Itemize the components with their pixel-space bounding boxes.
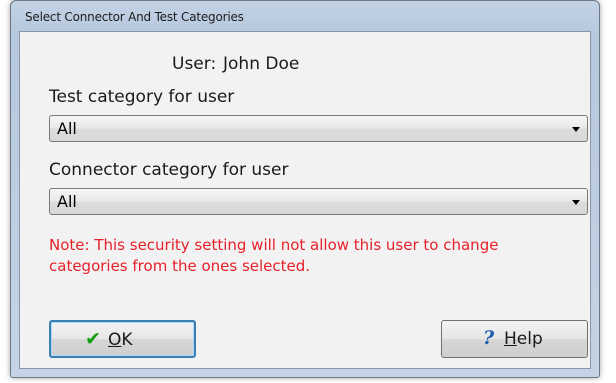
ok-button-label: OK	[108, 330, 133, 350]
dropdown-arrow-icon	[572, 127, 580, 132]
user-label: User:	[172, 54, 217, 74]
user-row: User: John Doe	[20, 54, 590, 78]
ok-button[interactable]: ✔ OK	[49, 320, 196, 358]
help-label-rest: elp	[516, 329, 543, 349]
title-bar[interactable]: Select Connector And Test Categories	[11, 1, 599, 31]
test-category-select[interactable]: All	[49, 115, 588, 142]
question-mark-icon: ?	[483, 327, 495, 349]
dropdown-arrow-icon	[572, 200, 580, 205]
ok-mnemonic: O	[108, 330, 122, 350]
security-note: Note: This security setting will not all…	[49, 236, 499, 275]
help-button[interactable]: ? Help	[441, 320, 588, 358]
connector-category-label: Connector category for user	[49, 160, 289, 180]
checkmark-icon: ✔	[85, 328, 101, 350]
ok-label-rest: K	[121, 330, 133, 350]
test-category-label: Test category for user	[49, 87, 235, 107]
window-title: Select Connector And Test Categories	[25, 10, 244, 24]
dialog-window: Select Connector And Test Categories Use…	[10, 0, 600, 378]
dialog-client-area: User: John Doe Test category for user Al…	[19, 31, 591, 369]
help-button-label: Help	[504, 329, 543, 349]
test-category-value: All	[57, 119, 77, 138]
connector-category-select[interactable]: All	[49, 188, 588, 215]
user-name: John Doe	[223, 54, 300, 74]
help-mnemonic: H	[504, 329, 517, 349]
connector-category-value: All	[57, 192, 77, 211]
